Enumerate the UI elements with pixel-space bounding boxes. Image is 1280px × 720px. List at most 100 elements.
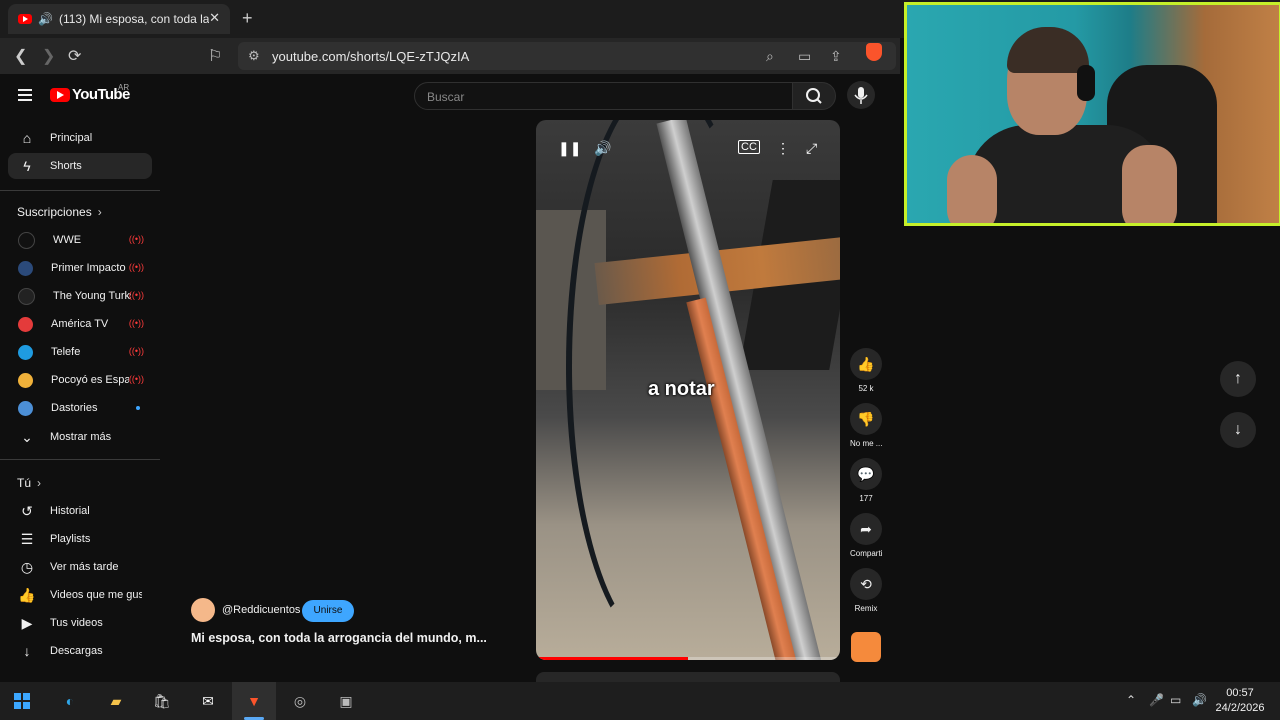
sidebar-item-shorts[interactable]: ϟ Shorts [8,153,152,179]
sidebar-item-principal[interactable]: ⌂ Principal [8,125,152,151]
join-button[interactable]: Unirse [302,600,354,622]
playlist-icon: ☰ [20,530,34,547]
subscription-item[interactable]: Dastories [18,398,148,418]
bookmark-icon[interactable]: ⚐ [208,46,222,66]
speaker-icon[interactable]: 🔊 [38,12,53,26]
windows-start-icon[interactable] [14,693,30,709]
like-count: 52 k [858,384,874,393]
video-progress-bar[interactable] [536,657,840,660]
system-clock[interactable]: 00:57 24/2/2026 [1208,686,1272,716]
forward-icon[interactable]: ❯ [42,46,55,66]
share-icon[interactable]: ⇪ [830,48,842,65]
subscription-item[interactable]: Pocoyó es Español ((•)) [18,370,148,390]
microphone-icon[interactable]: 🎤 [1149,693,1164,707]
channel-avatar [18,400,33,416]
subscription-item[interactable]: WWE ((•)) [18,230,148,250]
subscription-name: Dastories [51,402,98,414]
app-icon[interactable]: ◎ [290,691,310,711]
remix-button[interactable]: ⟲ Remix [850,568,882,613]
back-icon[interactable]: ❮ [14,46,27,66]
subscription-name: WWE [53,234,82,246]
you-header[interactable]: Tú › [17,476,41,490]
next-short-button[interactable]: ↓ [1220,412,1256,448]
sidebar-item-label: Ver más tarde [50,561,119,573]
subscription-item[interactable]: The Young Turks ((•)) [18,286,148,306]
sidebar-item-downloads[interactable]: ↓ Descargas [8,638,152,664]
sidebar-divider [0,190,160,191]
short-title[interactable]: Mi esposa, con toda la arrogancia del mu… [191,631,487,645]
mail-icon[interactable]: ✉ [198,691,218,711]
site-settings-icon[interactable]: ⚙ [248,48,260,64]
voice-search-button[interactable] [847,81,875,109]
share-button[interactable]: ➦ Compartir [850,513,882,558]
subscription-item[interactable]: Primer Impacto ((•)) [18,258,148,278]
sidebar-item-playlists[interactable]: ☰ Playlists [8,526,152,552]
store-icon[interactable]: 🛍 [152,691,172,711]
subscription-item[interactable]: América TV ((•)) [18,314,148,334]
search-placeholder: Buscar [427,90,465,104]
new-content-dot [136,406,140,410]
pause-icon[interactable]: ❚❚ [558,140,581,157]
zoom-icon[interactable]: ⌕ [766,48,774,65]
volume-icon[interactable]: 🔊 [1192,693,1207,707]
channel-avatar [18,287,35,305]
webcam-scene [947,155,997,223]
edge-icon[interactable]: ◐ [60,691,80,711]
chevron-down-icon: ⌄ [21,428,33,445]
dislike-button[interactable]: 👎 No me ... [850,403,882,448]
live-icon: ((•)) [128,234,144,244]
short-video-player[interactable]: a notar ❚❚ 🔊 CC ⋮ ⤢ [536,120,840,660]
close-tab-icon[interactable]: ✕ [209,10,220,26]
subscriptions-header-label: Suscripciones [17,205,92,219]
live-icon: ((•)) [128,346,144,356]
channel-avatar[interactable] [191,598,215,622]
chevron-right-icon: › [97,205,102,219]
search-icon [806,88,822,104]
more-options-icon[interactable]: ⋮ [776,140,790,157]
search-input[interactable]: Buscar [414,82,794,110]
cast-icon[interactable]: ▭ [798,48,811,65]
microphone-icon [854,87,868,104]
captions-icon[interactable]: CC [738,140,760,154]
file-explorer-icon[interactable]: ▰ [106,691,126,711]
sidebar-item-historial[interactable]: ↺ Historial [8,498,152,524]
share-arrow-icon: ➦ [850,513,882,545]
menu-icon[interactable] [18,89,32,104]
previous-short-button[interactable]: ↑ [1220,361,1256,397]
live-icon: ((•)) [128,374,144,384]
youtube-logo[interactable]: YouTube AR [50,83,130,103]
brave-shields-icon[interactable] [866,43,882,61]
subscription-item[interactable]: Telefe ((•)) [18,342,148,362]
webcam-scene [1007,27,1089,73]
video-progress-fill [536,657,688,660]
channel-name[interactable]: @Reddicuentos [222,604,300,616]
sidebar-item-label: Playlists [50,533,91,545]
address-bar[interactable]: ⚙ youtube.com/shorts/LQE-zTJQzIA ⌕ ▭ ⇪ [238,42,896,70]
browser-tab[interactable]: 🔊 (113) Mi esposa, con toda la arroganci… [8,4,230,34]
app-icon[interactable]: ▣ [336,691,356,711]
search-button[interactable] [792,82,836,110]
video-icon: ▶ [21,614,33,631]
reload-icon[interactable]: ⟳ [68,46,81,66]
channel-thumbnail[interactable] [851,632,881,662]
sidebar-item-label: Tus videos [50,617,103,629]
subscription-name: The Young Turks [53,290,131,302]
chevron-up-icon[interactable]: ⌃ [1126,693,1136,707]
subscription-name: Pocoyó es Español [51,374,129,386]
volume-icon[interactable]: 🔊 [594,140,611,157]
comments-button[interactable]: 💬 177 [850,458,882,503]
sidebar-item-label: Historial [50,505,90,517]
brave-browser-icon[interactable]: ▼ [244,691,264,711]
subscriptions-header[interactable]: Suscripciones › [17,205,102,219]
channel-avatar [18,316,33,332]
network-icon[interactable]: ▭ [1170,693,1181,707]
sidebar-item-your-videos[interactable]: ▶ Tus videos [8,610,152,636]
clock-date: 24/2/2026 [1215,702,1265,714]
new-tab-icon[interactable]: + [242,8,253,29]
sidebar-item-liked-videos[interactable]: 👍 Videos que me gustan [8,582,152,608]
fullscreen-icon[interactable]: ⤢ [806,140,817,157]
sidebar-item-label: Videos que me gustan [50,589,142,601]
sidebar-item-watch-later[interactable]: ◷ Ver más tarde [8,554,152,580]
show-more-button[interactable]: ⌄ Mostrar más [8,424,152,450]
like-button[interactable]: 👍 52 k [850,348,882,393]
